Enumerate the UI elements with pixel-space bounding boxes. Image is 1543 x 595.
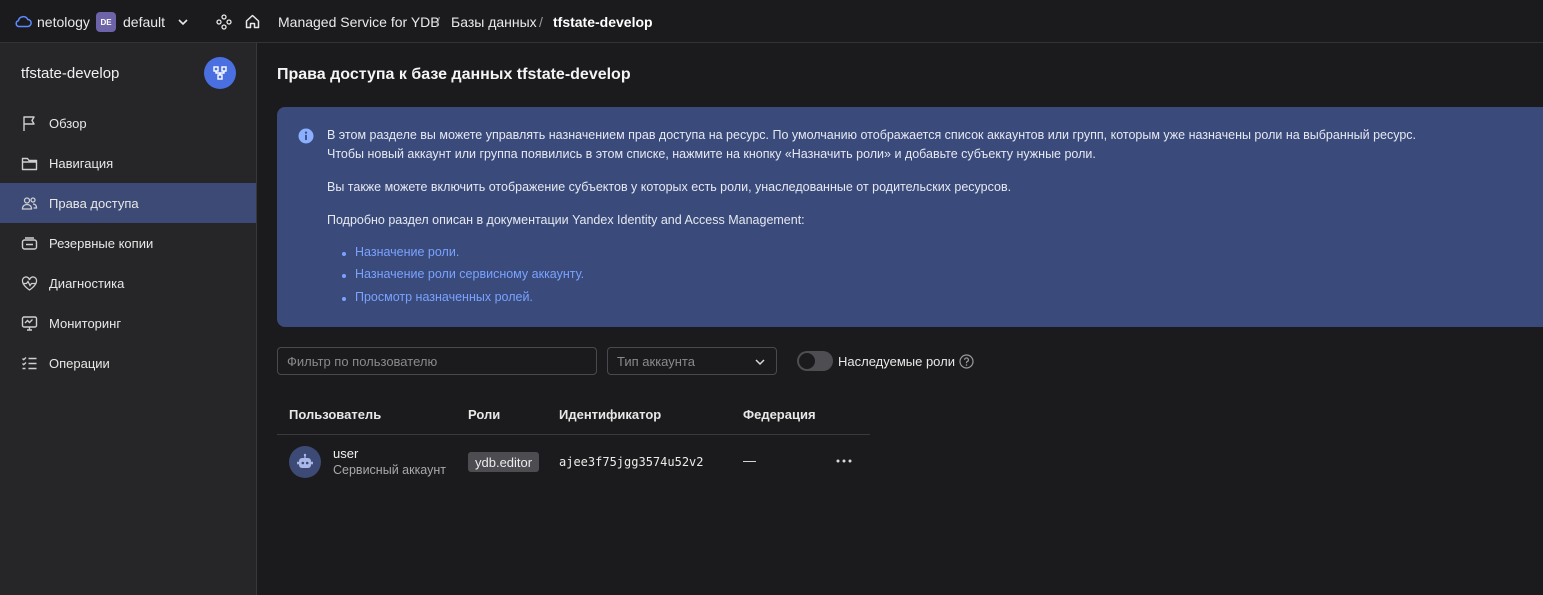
info-text: В этом разделе вы можете управлять назна… [327,128,1417,142]
home-icon[interactable] [244,13,261,30]
services-icon[interactable] [216,14,232,30]
sidebar-item-navigation[interactable]: Навигация [0,143,256,183]
role-chip[interactable]: ydb.editor [468,452,540,472]
folder-name[interactable]: default [123,14,165,30]
column-header-user: Пользователь [289,407,382,422]
info-text: Вы также можете включить отображение суб… [327,180,1012,194]
folder-badge[interactable]: DE [96,12,116,32]
info-panel: В этом разделе вы можете управлять назна… [277,107,1543,327]
sidebar-item-label: Мониторинг [49,316,122,331]
list-bullet [342,274,346,278]
flag-icon [23,116,35,131]
user-name[interactable]: user [333,446,358,461]
heart-pulse-icon [21,276,38,291]
list-bullet [342,297,346,301]
sidebar-item-diagnostics[interactable]: Диагностика [0,263,256,303]
sidebar-item-access[interactable]: Права доступа [0,183,256,223]
sidebar-item-label: Обзор [49,116,87,131]
table-divider [277,434,870,435]
account-id: ajee3f75jgg3574u52v2 [559,455,704,469]
more-actions-icon[interactable] [834,453,854,469]
sidebar-item-monitoring[interactable]: Мониторинг [0,303,256,343]
database-badge [204,57,236,89]
account-type-placeholder: Тип аккаунта [617,354,695,369]
breadcrumb-databases[interactable]: Базы данных [451,14,537,30]
org-name[interactable]: netology [37,14,90,30]
sidebar-item-label: Операции [49,356,110,371]
sidebar: tfstate-develop Обзор Навигация Права до… [0,43,257,595]
doc-link-service-account-role[interactable]: Назначение роли сервисному аккаунту. [355,267,584,281]
federation-value: — [743,453,756,468]
sidebar-title: tfstate-develop [21,65,120,82]
chevron-down-icon [755,359,765,366]
chevron-down-icon[interactable] [176,15,190,29]
breadcrumb-ydb[interactable]: Managed Service for YDB [278,14,440,30]
sidebar-item-operations[interactable]: Операции [0,343,256,383]
doc-link-view-roles[interactable]: Просмотр назначенных ролей. [355,290,533,304]
cloud-icon[interactable] [14,14,32,28]
inherited-roles-label: Наследуемые роли [838,354,955,369]
breadcrumb-separator: / [539,14,543,30]
account-type-select[interactable]: Тип аккаунта [607,347,777,375]
backup-icon [21,237,38,250]
ydb-icon [213,66,227,80]
info-icon [298,128,314,144]
column-header-federation: Федерация [743,407,816,422]
inherited-roles-toggle[interactable] [797,351,833,371]
persons-icon [21,197,38,210]
doc-link-assign-role[interactable]: Назначение роли. [355,245,459,259]
list-check-icon [22,356,37,370]
sidebar-item-overview[interactable]: Обзор [0,103,256,143]
help-icon[interactable] [959,354,974,369]
top-bar: netology DE default Managed Service for … [0,0,1543,43]
user-filter-input[interactable] [277,347,597,375]
monitor-icon [21,316,38,331]
column-header-roles: Роли [468,407,501,422]
avatar [289,446,321,478]
sidebar-item-label: Права доступа [49,196,139,211]
info-text: Чтобы новый аккаунт или группа появились… [327,147,1096,161]
sidebar-item-label: Навигация [49,156,114,171]
folder-icon [21,157,38,171]
toggle-knob [799,353,815,369]
robot-icon [297,453,313,468]
user-type: Сервисный аккаунт [333,463,447,477]
column-header-id: Идентификатор [559,407,662,422]
breadcrumb-current: tfstate-develop [553,14,653,30]
page-title: Права доступа к базе данных tfstate-deve… [277,66,631,83]
sidebar-item-label: Резервные копии [49,236,154,251]
info-text: Подробно раздел описан в документации Ya… [327,213,805,227]
sidebar-item-label: Диагностика [49,276,125,291]
breadcrumb-separator: / [436,14,440,30]
sidebar-item-backups[interactable]: Резервные копии [0,223,256,263]
list-bullet [342,252,346,256]
